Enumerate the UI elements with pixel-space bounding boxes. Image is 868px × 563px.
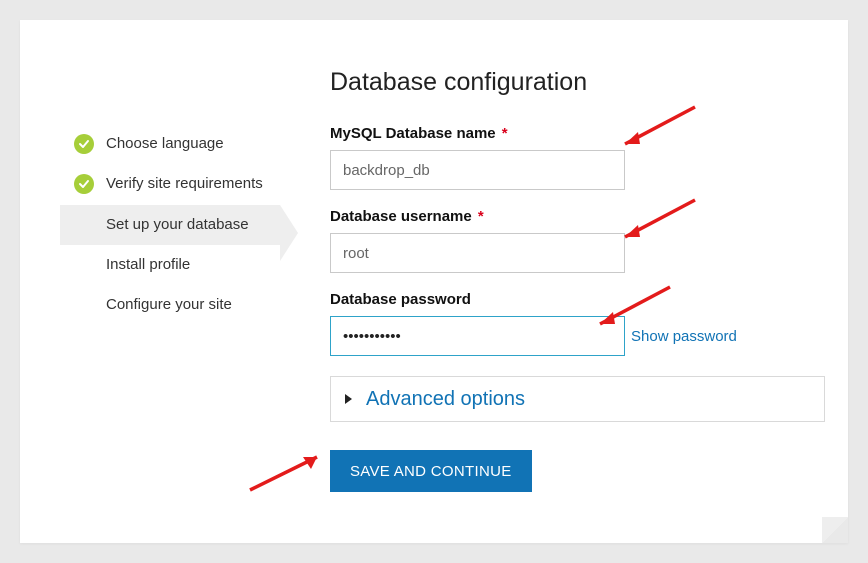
label-text: Database username xyxy=(330,208,472,225)
label-text: MySQL Database name xyxy=(330,125,496,142)
step-label: Configure your site xyxy=(106,295,270,315)
advanced-options-label: Advanced options xyxy=(366,388,525,411)
field-db-username: Database username * xyxy=(330,208,825,273)
install-steps-sidebar: Choose language Verify site requirements… xyxy=(60,124,280,325)
step-label: Choose language xyxy=(106,134,270,154)
step-label: Verify site requirements xyxy=(106,174,270,194)
field-db-password: Database password Show password xyxy=(330,291,825,356)
step-setup-database: Set up your database xyxy=(60,205,280,245)
field-db-name: MySQL Database name * xyxy=(330,125,825,190)
step-verify-requirements: Verify site requirements xyxy=(60,164,280,204)
db-password-label: Database password xyxy=(330,291,825,308)
check-icon xyxy=(74,134,94,154)
check-icon xyxy=(74,174,94,194)
step-configure-site: Configure your site xyxy=(60,285,280,325)
step-install-profile: Install profile xyxy=(60,245,280,285)
password-row: Show password xyxy=(330,316,825,356)
show-password-link[interactable]: Show password xyxy=(631,328,737,345)
db-name-input[interactable] xyxy=(330,150,625,190)
page-title: Database configuration xyxy=(330,68,825,97)
step-choose-language: Choose language xyxy=(60,124,280,164)
main-form-area: Database configuration MySQL Database na… xyxy=(330,68,825,492)
required-marker: * xyxy=(478,208,484,225)
required-marker: * xyxy=(502,125,508,142)
annotation-arrow xyxy=(245,445,335,495)
db-name-label: MySQL Database name * xyxy=(330,125,825,142)
installer-card: Choose language Verify site requirements… xyxy=(20,20,848,543)
db-username-label: Database username * xyxy=(330,208,825,225)
step-label: Install profile xyxy=(106,255,270,275)
advanced-options-toggle[interactable]: Advanced options xyxy=(330,376,825,422)
step-label: Set up your database xyxy=(106,215,270,235)
label-text: Database password xyxy=(330,291,471,308)
page-curl-icon xyxy=(822,517,848,543)
db-username-input[interactable] xyxy=(330,233,625,273)
db-password-input[interactable] xyxy=(330,316,625,356)
caret-right-icon xyxy=(345,394,352,404)
save-and-continue-button[interactable]: Save and continue xyxy=(330,450,532,492)
